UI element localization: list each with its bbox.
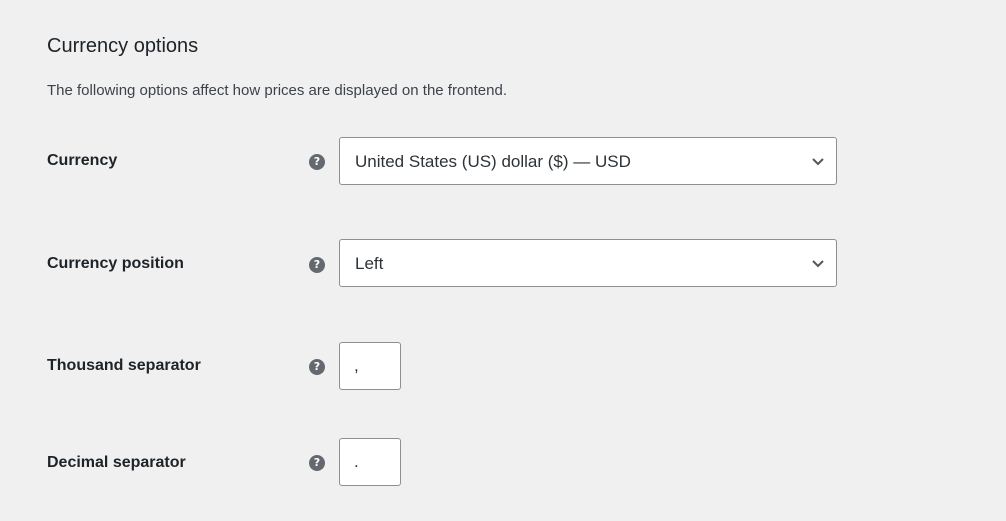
currency-select[interactable]: United States (US) dollar ($) — USD <box>339 137 837 185</box>
chevron-down-icon <box>812 260 824 268</box>
currency-help-icon[interactable]: ? <box>309 154 325 170</box>
decimal-separator-input-value: . <box>354 452 359 471</box>
decimal-separator-help-icon[interactable]: ? <box>309 455 325 471</box>
thousand-separator-input-value: , <box>354 356 359 375</box>
currency-position-select[interactable]: Left <box>339 239 837 287</box>
chevron-down-icon <box>812 158 824 166</box>
thousand-separator-label: Thousand separator <box>47 357 201 374</box>
currency-position-help-icon[interactable]: ? <box>309 257 325 273</box>
decimal-separator-label: Decimal separator <box>47 454 186 471</box>
currency-select-value: United States (US) dollar ($) — USD <box>355 152 631 171</box>
section-title: Currency options <box>47 35 199 57</box>
currency-position-select-value: Left <box>355 254 384 273</box>
decimal-separator-input[interactable]: . <box>339 438 401 486</box>
section-description: The following options affect how prices … <box>47 82 508 99</box>
thousand-separator-input[interactable]: , <box>339 342 401 390</box>
currency-position-label: Currency position <box>47 255 184 272</box>
currency-label: Currency <box>47 152 118 169</box>
thousand-separator-help-icon[interactable]: ? <box>309 359 325 375</box>
